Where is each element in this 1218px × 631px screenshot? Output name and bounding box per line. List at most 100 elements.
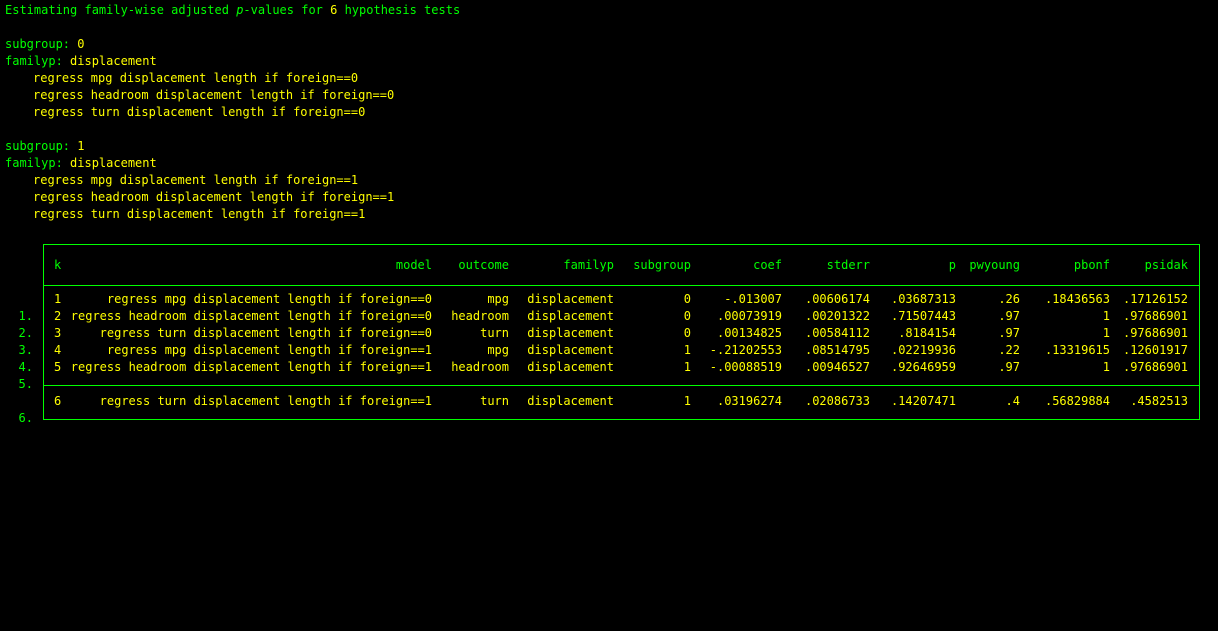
cell-familyp: displacement: [527, 292, 614, 306]
cell-pwyoung: .97: [998, 360, 1020, 374]
familyp-label: familyp:: [5, 156, 63, 170]
cell-model: regress headroom displacement length if …: [70, 309, 432, 323]
cell-p: .92646959: [890, 360, 956, 374]
header-k: k: [54, 258, 62, 272]
cell-model: regress turn displacement length if fore…: [99, 394, 432, 408]
cell-coef: .00073919: [716, 309, 782, 323]
heading-text: hypothesis tests: [337, 3, 461, 17]
cell-pwyoung: .22: [998, 343, 1020, 357]
subgroup-line: subgroup: 0: [5, 36, 85, 53]
subgroup-label: subgroup:: [5, 37, 71, 51]
subgroup-value: 1: [77, 139, 85, 153]
cell-coef: -.013007: [724, 292, 782, 306]
cell-p: .02219936: [890, 343, 956, 357]
subgroup-value: 0: [77, 37, 85, 51]
cell-outcome: mpg: [487, 343, 509, 357]
cell-subgroup: 1: [683, 343, 691, 357]
familyp-line: familyp: displacement: [5, 155, 157, 172]
cell-pbonf: 1: [1102, 360, 1110, 374]
cell-k: 3: [54, 326, 62, 340]
cell-pbonf: .13319615: [1044, 343, 1110, 357]
cell-k: 4: [54, 343, 62, 357]
cell-familyp: displacement: [527, 309, 614, 323]
table-header-row: k model outcome familyp subgroup coef st…: [0, 257, 1218, 274]
cell-pbonf: .18436563: [1044, 292, 1110, 306]
cell-familyp: displacement: [527, 326, 614, 340]
cell-coef: -.00088519: [709, 360, 782, 374]
stata-results-window: Estimating family-wise adjusted p -values…: [0, 0, 1218, 436]
heading-text: Estimating family-wise adjusted: [5, 3, 237, 17]
header-familyp: familyp: [563, 258, 614, 272]
subgroup-label: subgroup:: [5, 139, 71, 153]
cell-k: 2: [54, 309, 62, 323]
cell-stderr: .00606174: [804, 292, 870, 306]
header-subgroup: subgroup: [633, 258, 691, 272]
header-p: p: [948, 258, 956, 272]
header-model: model: [395, 258, 432, 272]
cell-coef: .03196274: [716, 394, 782, 408]
cell-pwyoung: .4: [1005, 394, 1020, 408]
command-line: regress mpg displacement length if forei…: [33, 71, 359, 85]
cell-familyp: displacement: [527, 394, 614, 408]
table-row: 2. 2 regress headroom displacement lengt…: [0, 308, 1218, 340]
cell-subgroup: 1: [683, 394, 691, 408]
cell-model: regress headroom displacement length if …: [70, 360, 432, 374]
heading-text: -values for: [243, 3, 331, 17]
familyp-value: displacement: [70, 54, 157, 68]
cell-coef: -.21202553: [709, 343, 782, 357]
cell-p: .8184154: [898, 326, 956, 340]
cell-subgroup: 0: [683, 309, 691, 323]
command-line: regress headroom displacement length if …: [33, 190, 395, 204]
cell-pbonf: .56829884: [1044, 394, 1110, 408]
header-pwyoung: pwyoung: [969, 258, 1020, 272]
command-line: regress turn displacement length if fore…: [33, 105, 366, 119]
familyp-line: familyp: displacement: [5, 53, 157, 70]
familyp-value: displacement: [70, 156, 157, 170]
cell-outcome: turn: [480, 326, 509, 340]
header-pbonf: pbonf: [1073, 258, 1110, 272]
header-coef: coef: [753, 258, 782, 272]
table-row: 3. 3 regress turn displacement length if…: [0, 325, 1218, 357]
cell-pwyoung: .97: [998, 326, 1020, 340]
cell-subgroup: 0: [683, 326, 691, 340]
cell-k: 6: [54, 394, 62, 408]
cell-stderr: .02086733: [804, 394, 870, 408]
cell-psidak: .97686901: [1122, 360, 1188, 374]
table-row: 6. 6 regress turn displacement length if…: [0, 393, 1218, 425]
header-outcome: outcome: [458, 258, 509, 272]
cell-outcome: mpg: [487, 292, 509, 306]
familyp-label: familyp:: [5, 54, 63, 68]
cell-subgroup: 0: [683, 292, 691, 306]
cell-stderr: .00946527: [804, 360, 870, 374]
cell-familyp: displacement: [527, 343, 614, 357]
cell-stderr: .08514795: [804, 343, 870, 357]
cell-psidak: .97686901: [1122, 309, 1188, 323]
cell-stderr: .00201322: [804, 309, 870, 323]
cell-outcome: turn: [480, 394, 509, 408]
cell-subgroup: 1: [683, 360, 691, 374]
cell-pbonf: 1: [1102, 309, 1110, 323]
cell-pbonf: 1: [1102, 326, 1110, 340]
cell-model: regress turn displacement length if fore…: [99, 326, 432, 340]
cell-psidak: .97686901: [1122, 326, 1188, 340]
cell-outcome: headroom: [451, 360, 509, 374]
row-number: 5.: [18, 377, 33, 391]
subgroup-line: subgroup: 1: [5, 138, 85, 155]
cell-p: .71507443: [890, 309, 956, 323]
command-line: regress turn displacement length if fore…: [33, 207, 366, 221]
log-heading: Estimating family-wise adjusted p-values…: [5, 2, 460, 19]
cell-pwyoung: .97: [998, 309, 1020, 323]
cell-stderr: .00584112: [804, 326, 870, 340]
cell-model: regress mpg displacement length if forei…: [106, 343, 432, 357]
command-line: regress headroom displacement length if …: [33, 88, 395, 102]
table-row: 1. 1 regress mpg displacement length if …: [0, 291, 1218, 323]
cell-k: 1: [54, 292, 62, 306]
cell-model: regress mpg displacement length if forei…: [106, 292, 432, 306]
command-line: regress mpg displacement length if forei…: [33, 173, 359, 187]
header-psidak: psidak: [1144, 258, 1188, 272]
cell-familyp: displacement: [527, 360, 614, 374]
row-number: 6.: [18, 411, 33, 425]
cell-p: .14207471: [890, 394, 956, 408]
cell-coef: .00134825: [716, 326, 782, 340]
cell-k: 5: [54, 360, 62, 374]
